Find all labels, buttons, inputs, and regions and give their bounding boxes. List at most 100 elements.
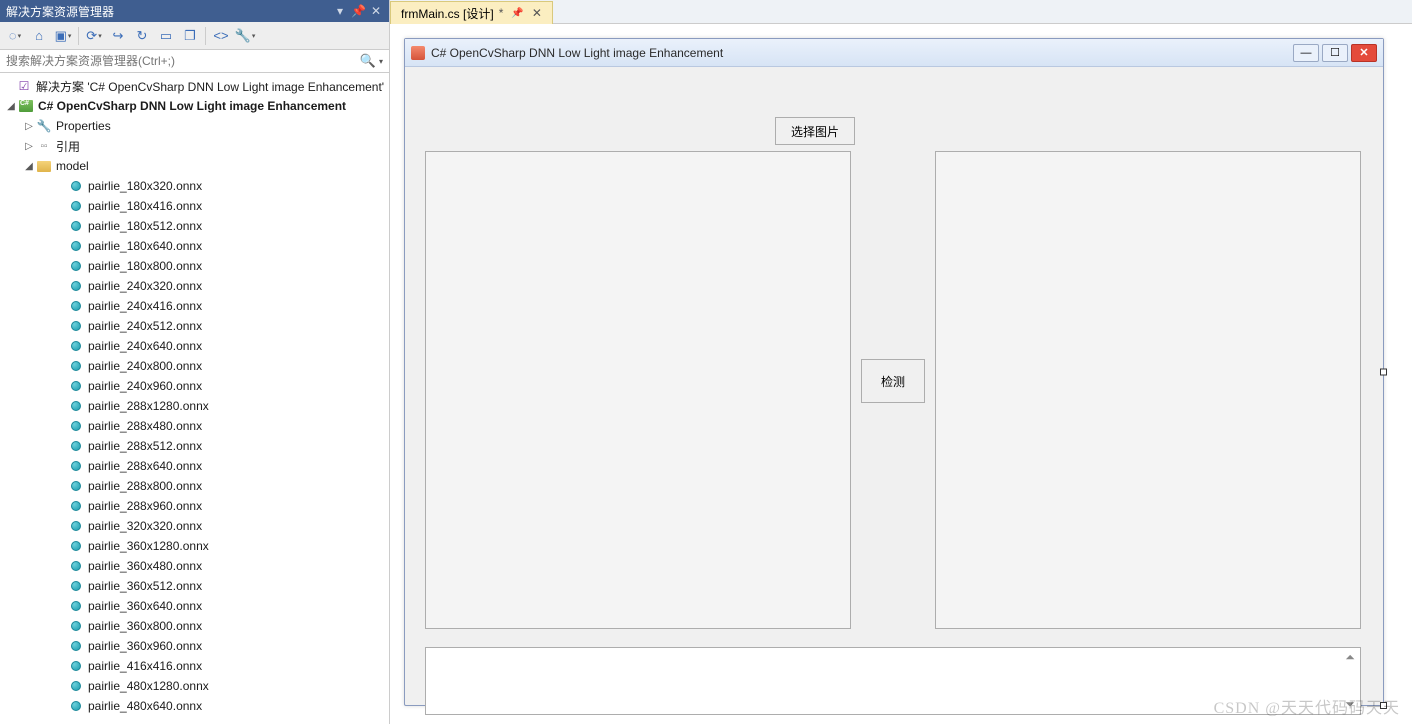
- tree-references[interactable]: ▷ ▫▫ 引用: [0, 136, 389, 156]
- file-label: pairlie_180x800.onnx: [88, 259, 202, 273]
- onnx-file-icon: [71, 541, 81, 551]
- expander-icon[interactable]: ▷: [22, 121, 36, 132]
- tree-file[interactable]: ▸pairlie_180x800.onnx: [0, 256, 389, 276]
- close-window-icon[interactable]: ✕: [1351, 44, 1377, 62]
- file-label: pairlie_288x800.onnx: [88, 479, 202, 493]
- designer-surface[interactable]: C# OpenCvSharp DNN Low Light image Enhan…: [390, 24, 1412, 724]
- tree-file[interactable]: ▸pairlie_180x416.onnx: [0, 196, 389, 216]
- minimize-icon[interactable]: —: [1293, 44, 1319, 62]
- search-dropdown-icon[interactable]: ▾: [379, 57, 389, 66]
- tree-file[interactable]: ▸pairlie_288x960.onnx: [0, 496, 389, 516]
- file-label: pairlie_360x512.onnx: [88, 579, 202, 593]
- onnx-file-icon: [71, 481, 81, 491]
- winform-title: C# OpenCvSharp DNN Low Light image Enhan…: [431, 46, 1287, 60]
- csharp-project-icon: [19, 100, 33, 112]
- winform-client-area: 选择图片 检测 ⏶ ⏷: [405, 67, 1383, 705]
- pending-changes-icon[interactable]: ⟳▾: [83, 25, 105, 47]
- tree-project[interactable]: ◢ C# OpenCvSharp DNN Low Light image Enh…: [0, 96, 389, 116]
- document-area: frmMain.cs [设计] * 📌 ✕ C# OpenCvSharp DNN…: [390, 0, 1412, 724]
- panel-dropdown-icon[interactable]: ▾: [333, 4, 347, 18]
- watermark: CSDN @天天代码码天天: [1214, 694, 1400, 718]
- panel-close-icon[interactable]: ✕: [369, 4, 383, 18]
- onnx-file-icon: [71, 601, 81, 611]
- tree-folder-model[interactable]: ◢ model: [0, 156, 389, 176]
- close-icon[interactable]: ✕: [532, 6, 542, 20]
- collapse-icon[interactable]: ▭: [155, 25, 177, 47]
- onnx-file-icon: [71, 581, 81, 591]
- tree-file[interactable]: ▸pairlie_360x512.onnx: [0, 576, 389, 596]
- view-code-icon[interactable]: <>: [210, 25, 232, 47]
- tree-file[interactable]: ▸pairlie_288x480.onnx: [0, 416, 389, 436]
- refresh-icon[interactable]: ↻: [131, 25, 153, 47]
- file-label: pairlie_240x800.onnx: [88, 359, 202, 373]
- onnx-file-icon: [71, 521, 81, 531]
- file-label: pairlie_288x512.onnx: [88, 439, 202, 453]
- tree-file[interactable]: ▸pairlie_288x640.onnx: [0, 456, 389, 476]
- select-image-button[interactable]: 选择图片: [775, 117, 855, 145]
- tree-file[interactable]: ▸pairlie_360x1280.onnx: [0, 536, 389, 556]
- tree-file[interactable]: ▸pairlie_480x640.onnx: [0, 696, 389, 716]
- scroll-up-icon[interactable]: ⏶: [1345, 650, 1355, 665]
- file-label: pairlie_360x800.onnx: [88, 619, 202, 633]
- onnx-file-icon: [71, 441, 81, 451]
- back-icon[interactable]: ◌▾: [4, 25, 26, 47]
- tree-file[interactable]: ▸pairlie_240x960.onnx: [0, 376, 389, 396]
- onnx-file-icon: [71, 621, 81, 631]
- tree-file[interactable]: ▸pairlie_180x320.onnx: [0, 176, 389, 196]
- properties-icon[interactable]: 🔧▾: [234, 25, 256, 47]
- tree-solution[interactable]: ▸ ☑ 解决方案 'C# OpenCvSharp DNN Low Light i…: [0, 76, 389, 96]
- pin-icon[interactable]: 📌: [511, 8, 523, 19]
- expander-icon[interactable]: ▷: [22, 141, 36, 152]
- panel-pin-icon[interactable]: 📌: [351, 4, 365, 18]
- expander-icon[interactable]: ◢: [4, 101, 18, 112]
- file-label: pairlie_288x480.onnx: [88, 419, 202, 433]
- file-label: pairlie_480x640.onnx: [88, 699, 202, 713]
- tree-file[interactable]: ▸pairlie_288x800.onnx: [0, 476, 389, 496]
- tree-file[interactable]: ▸pairlie_240x800.onnx: [0, 356, 389, 376]
- show-all-icon[interactable]: ❐: [179, 25, 201, 47]
- tree-file[interactable]: ▸pairlie_240x416.onnx: [0, 296, 389, 316]
- tree-properties[interactable]: ▷ 🔧 Properties: [0, 116, 389, 136]
- panel-toolbar: ◌▾ ⌂ ▣▾ ⟳▾ ↪ ↻ ▭ ❐ <> 🔧▾: [0, 22, 389, 50]
- tree-file[interactable]: ▸pairlie_288x1280.onnx: [0, 396, 389, 416]
- file-label: pairlie_416x416.onnx: [88, 659, 202, 673]
- tree-file[interactable]: ▸pairlie_360x640.onnx: [0, 596, 389, 616]
- tree-file[interactable]: ▸pairlie_180x640.onnx: [0, 236, 389, 256]
- file-label: pairlie_240x640.onnx: [88, 339, 202, 353]
- expander-icon[interactable]: ◢: [22, 161, 36, 172]
- onnx-file-icon: [71, 221, 81, 231]
- onnx-file-icon: [71, 461, 81, 471]
- tree-file[interactable]: ▸pairlie_180x512.onnx: [0, 216, 389, 236]
- tree-file[interactable]: ▸pairlie_416x416.onnx: [0, 656, 389, 676]
- file-label: pairlie_240x512.onnx: [88, 319, 202, 333]
- detect-button[interactable]: 检测: [861, 359, 925, 403]
- tab-frmmain-design[interactable]: frmMain.cs [设计] * 📌 ✕: [390, 1, 553, 24]
- tree-file[interactable]: ▸pairlie_240x512.onnx: [0, 316, 389, 336]
- tree-file[interactable]: ▸pairlie_288x512.onnx: [0, 436, 389, 456]
- winform-frmmain[interactable]: C# OpenCvSharp DNN Low Light image Enhan…: [404, 38, 1384, 706]
- tree-file[interactable]: ▸pairlie_360x800.onnx: [0, 616, 389, 636]
- panel-search[interactable]: 🔍 ▾: [0, 50, 389, 73]
- scope-icon[interactable]: ↪: [107, 25, 129, 47]
- picturebox-right[interactable]: [935, 151, 1361, 629]
- tree-file[interactable]: ▸pairlie_360x960.onnx: [0, 636, 389, 656]
- file-label: pairlie_180x512.onnx: [88, 219, 202, 233]
- onnx-file-icon: [71, 641, 81, 651]
- picturebox-left[interactable]: [425, 151, 851, 629]
- file-label: pairlie_360x1280.onnx: [88, 539, 209, 553]
- search-icon[interactable]: 🔍: [357, 53, 379, 69]
- search-input[interactable]: [0, 50, 357, 72]
- file-label: pairlie_240x416.onnx: [88, 299, 202, 313]
- tree-file[interactable]: ▸pairlie_240x320.onnx: [0, 276, 389, 296]
- tree-file[interactable]: ▸pairlie_360x480.onnx: [0, 556, 389, 576]
- home-icon[interactable]: ⌂: [28, 25, 50, 47]
- sync-icon[interactable]: ▣▾: [52, 25, 74, 47]
- onnx-file-icon: [71, 281, 81, 291]
- solution-tree[interactable]: ▸ ☑ 解决方案 'C# OpenCvSharp DNN Low Light i…: [0, 73, 389, 724]
- file-label: pairlie_320x320.onnx: [88, 519, 202, 533]
- tree-file[interactable]: ▸pairlie_320x320.onnx: [0, 516, 389, 536]
- tree-file[interactable]: ▸pairlie_240x640.onnx: [0, 336, 389, 356]
- maximize-icon[interactable]: ☐: [1322, 44, 1348, 62]
- document-tabstrip: frmMain.cs [设计] * 📌 ✕: [390, 0, 1412, 24]
- tree-file[interactable]: ▸pairlie_480x1280.onnx: [0, 676, 389, 696]
